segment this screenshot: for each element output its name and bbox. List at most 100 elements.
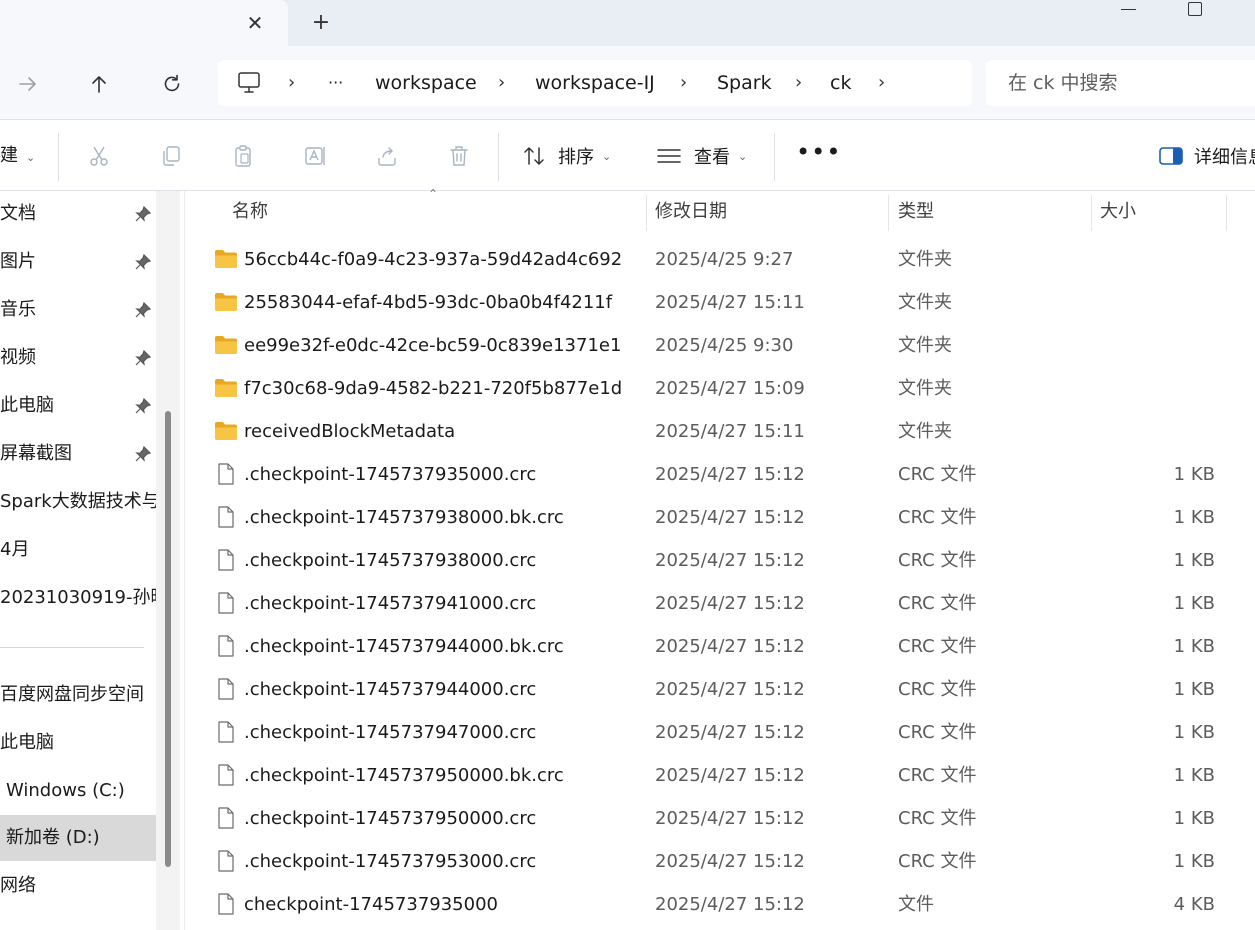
new-button[interactable]: 建 ⌄ (0, 121, 35, 191)
file-modified-date: 2025/4/27 15:09 (655, 378, 805, 399)
file-icon (214, 635, 238, 657)
file-modified-date: 2025/4/27 15:12 (655, 765, 805, 786)
folder-row[interactable]: 56ccb44c-f0a9-4c23-937a-59d42ad4c692 2025… (186, 238, 1255, 281)
search-input[interactable]: 在 ck 中搜索 (1008, 60, 1118, 106)
folder-row[interactable]: 25583044-efaf-4bd5-93dc-0ba0b4f4211f 2025… (186, 281, 1255, 324)
column-divider[interactable] (646, 195, 647, 231)
sidebar-item-label: Spark大数据技术与 (0, 491, 156, 512)
copy-icon[interactable] (156, 141, 186, 171)
delete-icon[interactable] (444, 141, 474, 171)
share-icon[interactable] (372, 141, 402, 171)
file-name: .checkpoint-1745737935000.crc (244, 464, 537, 485)
breadcrumb-chevron-icon[interactable]: › (795, 60, 802, 106)
maximize-icon[interactable] (1186, 2, 1202, 18)
address-bar[interactable]: › ··· workspace › workspace-IJ › Spark ›… (218, 60, 972, 106)
sidebar-item-music[interactable]: 音乐 (0, 287, 156, 333)
new-tab-button[interactable]: + (306, 8, 336, 38)
details-button[interactable]: 详细信息 (1158, 121, 1255, 191)
sidebar-item-label: 新加卷 (D:) (6, 827, 100, 848)
breadcrumb-chevron-icon[interactable]: › (680, 60, 687, 106)
active-tab[interactable]: ✕ (0, 0, 288, 46)
close-tab-icon[interactable]: ✕ (240, 8, 270, 38)
column-header-row: ⌃ 名称 修改日期 类型 大小 (186, 187, 1255, 233)
file-row[interactable]: .checkpoint-1745737953000.crc 2025/4/27 1… (186, 840, 1255, 883)
sidebar-item-april[interactable]: 4月 (0, 527, 156, 573)
file-icon (214, 721, 238, 743)
column-divider[interactable] (888, 195, 889, 231)
sidebar-item-pictures[interactable]: 图片 (0, 239, 156, 285)
file-type: 文件夹 (898, 292, 952, 313)
file-size: 1 KB (1173, 636, 1215, 657)
forward-arrow-icon[interactable] (10, 66, 46, 102)
file-row[interactable]: .checkpoint-1745737938000.bk.crc 2025/4/2… (186, 496, 1255, 539)
file-name: 25583044-efaf-4bd5-93dc-0ba0b4f4211f (244, 292, 613, 313)
breadcrumb-overflow[interactable]: ··· (328, 60, 343, 106)
breadcrumb-chevron-icon[interactable]: › (498, 60, 505, 106)
refresh-icon[interactable] (154, 66, 190, 102)
sidebar-item-videos[interactable]: 视频 (0, 335, 156, 381)
column-header-type[interactable]: 类型 (898, 191, 934, 233)
sidebar-item-network[interactable]: 网络 (0, 863, 156, 909)
minimize-icon[interactable] (1118, 0, 1140, 22)
sidebar-item-this-pc-pinned[interactable]: 此电脑 (0, 383, 156, 429)
column-header-modified[interactable]: 修改日期 (655, 191, 727, 233)
sidebar-item-baidu-sync[interactable]: 百度网盘同步空间 (0, 672, 156, 718)
file-size (1100, 238, 1215, 281)
file-icon (214, 764, 238, 786)
sidebar-item-student-folder[interactable]: 20231030919-孙晓 (0, 575, 156, 621)
sort-button[interactable]: 排序 ⌄ (522, 121, 611, 191)
file-row[interactable]: .checkpoint-1745737935000.crc 2025/4/27 1… (186, 453, 1255, 496)
file-row[interactable]: checkpoint-1745737935000 2025/4/27 15:12 文… (186, 883, 1255, 926)
file-row[interactable]: .checkpoint-1745737944000.bk.crc 2025/4/2… (186, 625, 1255, 668)
file-row[interactable]: .checkpoint-1745737950000.crc 2025/4/27 1… (186, 797, 1255, 840)
file-type: CRC 文件 (898, 765, 977, 786)
cut-icon[interactable] (84, 141, 114, 171)
breadcrumb-spark[interactable]: Spark (717, 60, 772, 106)
sidebar-item-label: 百度网盘同步空间 (0, 684, 144, 705)
file-row[interactable]: .checkpoint-1745737944000.crc 2025/4/27 1… (186, 668, 1255, 711)
file-name: checkpoint-1745737935000 (244, 894, 498, 915)
sidebar-item-drive-c[interactable]: Windows (C:) (0, 768, 156, 814)
file-name: .checkpoint-1745737950000.bk.crc (244, 765, 564, 786)
column-divider[interactable] (1091, 195, 1092, 231)
sidebar-item-this-pc[interactable]: 此电脑 (0, 720, 156, 766)
column-header-size[interactable]: 大小 (1100, 191, 1136, 233)
file-row[interactable]: .checkpoint-1745737941000.crc 2025/4/27 1… (186, 582, 1255, 625)
file-size (1100, 410, 1215, 453)
breadcrumb-workspace-ij[interactable]: workspace-IJ (535, 60, 655, 106)
navigation-bar: › ··· workspace › workspace-IJ › Spark ›… (0, 46, 1255, 120)
file-name: .checkpoint-1745737938000.bk.crc (244, 507, 564, 528)
rename-icon[interactable] (300, 141, 330, 171)
file-row[interactable]: .checkpoint-1745737938000.crc 2025/4/27 1… (186, 539, 1255, 582)
breadcrumb-ck[interactable]: ck (830, 60, 851, 106)
search-box[interactable]: 在 ck 中搜索 (986, 60, 1255, 106)
folder-row[interactable]: f7c30c68-9da9-4582-b221-720f5b877e1d 2025… (186, 367, 1255, 410)
column-header-name[interactable]: 名称 (232, 191, 268, 233)
file-row[interactable]: .checkpoint-1745737950000.bk.crc 2025/4/2… (186, 754, 1255, 797)
details-label: 详细信息 (1194, 147, 1255, 168)
folder-row[interactable]: ee99e32f-e0dc-42ce-bc59-0c839e1371e1 2025… (186, 324, 1255, 367)
breadcrumb-workspace[interactable]: workspace (375, 60, 477, 106)
sidebar-item-screenshots[interactable]: 屏幕截图 (0, 431, 156, 477)
file-modified-date: 2025/4/27 15:12 (655, 593, 805, 614)
file-name: .checkpoint-1745737938000.crc (244, 550, 537, 571)
sidebar-item-documents[interactable]: 文档 (0, 191, 156, 237)
folder-row[interactable]: receivedBlockMetadata 2025/4/27 15:11 文件夹 (186, 410, 1255, 453)
divider (498, 133, 499, 181)
view-icon (656, 144, 682, 168)
computer-icon[interactable] (236, 71, 262, 95)
column-divider[interactable] (1226, 195, 1227, 231)
sidebar-item-drive-d[interactable]: 新加卷 (D:) (0, 815, 156, 861)
view-button[interactable]: 查看 ⌄ (656, 121, 747, 191)
breadcrumb-chevron-icon[interactable]: › (288, 60, 295, 106)
breadcrumb-chevron-icon[interactable]: › (878, 60, 885, 106)
sidebar-item-spark-book[interactable]: Spark大数据技术与 (0, 479, 156, 525)
paste-icon[interactable] (228, 141, 258, 171)
more-options-button[interactable]: ••• (796, 121, 841, 191)
file-size: 1 KB (1173, 550, 1215, 571)
file-row[interactable]: .checkpoint-1745737947000.crc 2025/4/27 1… (186, 711, 1255, 754)
pin-icon (134, 397, 152, 415)
up-arrow-icon[interactable] (81, 66, 117, 102)
sidebar-scrollbar-thumb[interactable] (165, 411, 171, 867)
file-name: 56ccb44c-f0a9-4c23-937a-59d42ad4c692 (244, 249, 623, 270)
